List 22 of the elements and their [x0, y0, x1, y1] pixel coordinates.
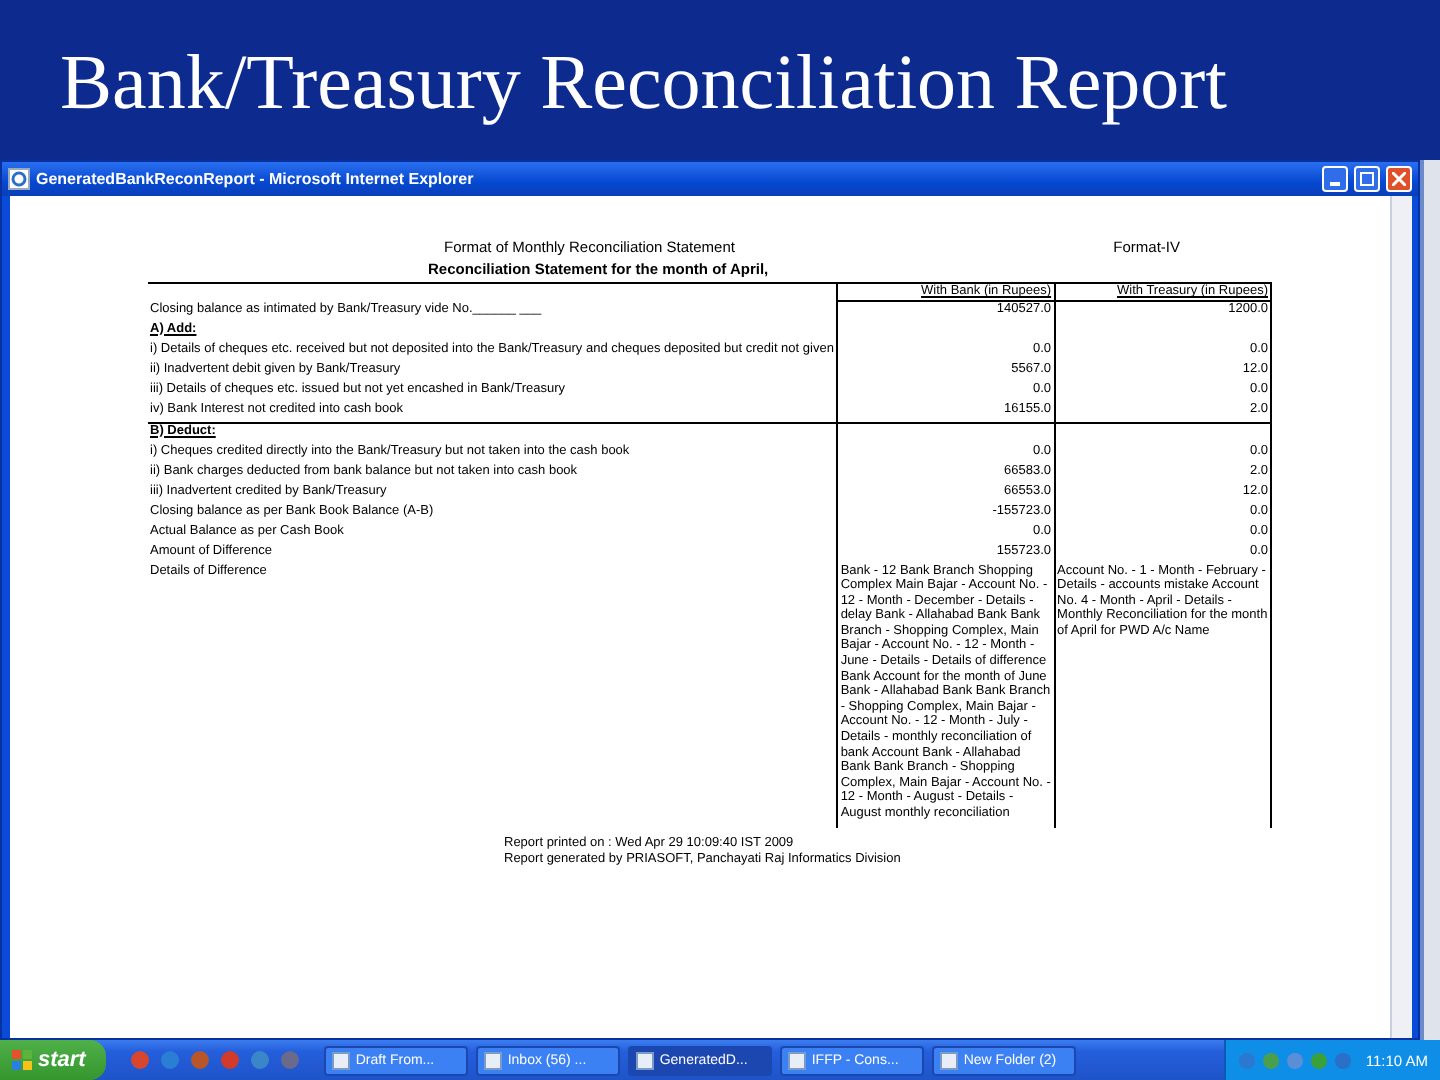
window-icon — [331, 1051, 350, 1069]
quick-launch-icon[interactable] — [249, 1050, 270, 1070]
quick-launch-icon[interactable] — [129, 1050, 150, 1070]
quick-launch-icon[interactable] — [219, 1050, 240, 1070]
window-icon — [483, 1051, 502, 1069]
slide-title: Bank/Treasury Reconciliation Report — [58, 38, 1229, 130]
window-title: GeneratedBankReconReport - Microsoft Internet Explorer — [36, 170, 474, 188]
window-icon — [939, 1051, 958, 1069]
minimize-button[interactable] — [1322, 166, 1348, 192]
browser-icon — [8, 168, 30, 190]
close-button[interactable] — [1386, 166, 1412, 192]
start-button[interactable]: start — [0, 1040, 106, 1080]
windows-flag-icon — [12, 1050, 32, 1070]
window-icon — [787, 1051, 806, 1069]
scrollbar[interactable] — [1390, 196, 1412, 1038]
quick-launch-icon[interactable] — [189, 1050, 210, 1070]
window-icon — [635, 1051, 654, 1069]
quick-launch-icon[interactable] — [159, 1050, 180, 1070]
quick-launch-icon[interactable] — [279, 1050, 300, 1070]
close-icon — [1392, 172, 1406, 186]
maximize-button[interactable] — [1354, 166, 1380, 192]
maximize-icon — [1360, 172, 1374, 186]
